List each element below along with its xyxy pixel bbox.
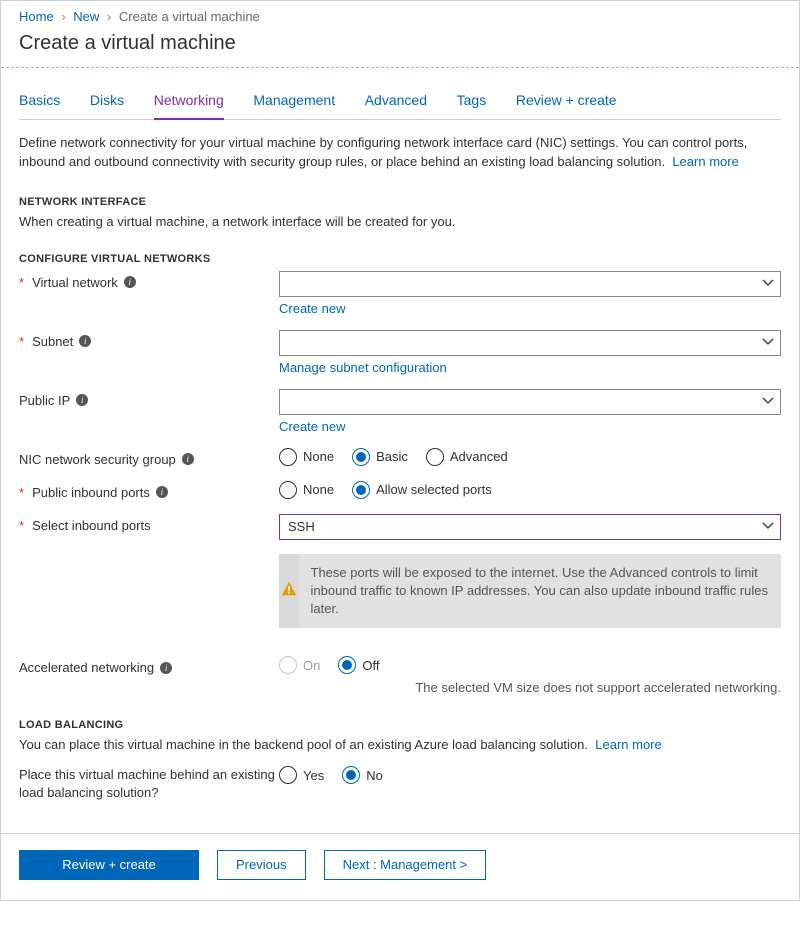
radio-lb-yes[interactable]: Yes — [279, 766, 324, 784]
info-icon[interactable]: i — [160, 662, 172, 674]
info-icon[interactable]: i — [182, 453, 194, 465]
inbound-ports-select[interactable]: SSH — [279, 514, 781, 540]
info-icon[interactable]: i — [79, 335, 91, 347]
section-network-interface: NETWORK INTERFACE — [19, 196, 781, 208]
ni-note: When creating a virtual machine, a netwo… — [19, 214, 781, 229]
tab-advanced[interactable]: Advanced — [365, 86, 427, 118]
virtual-network-select[interactable] — [279, 271, 781, 297]
radio-nic-none[interactable]: None — [279, 448, 334, 466]
required-icon: * — [19, 275, 24, 290]
radio-accel-off[interactable]: Off — [338, 656, 379, 674]
radio-nic-basic[interactable]: Basic — [352, 448, 408, 466]
tab-basics[interactable]: Basics — [19, 86, 60, 118]
breadcrumb-current: Create a virtual machine — [119, 9, 260, 24]
tab-review[interactable]: Review + create — [516, 86, 617, 118]
warning-text: These ports will be exposed to the inter… — [299, 554, 782, 629]
subnet-select[interactable] — [279, 330, 781, 356]
chevron-down-icon — [762, 336, 774, 351]
radio-nic-advanced[interactable]: Advanced — [426, 448, 508, 466]
label-subnet: Subnet — [32, 334, 73, 349]
info-icon[interactable]: i — [76, 394, 88, 406]
radio-lb-no[interactable]: No — [342, 766, 383, 784]
tab-disks[interactable]: Disks — [90, 86, 124, 118]
review-create-button[interactable]: Review + create — [19, 850, 199, 880]
radio-inbound-none[interactable]: None — [279, 481, 334, 499]
tab-bar: Basics Disks Networking Management Advan… — [19, 86, 781, 120]
section-load-balancing: LOAD BALANCING — [19, 719, 781, 731]
public-ip-select[interactable] — [279, 389, 781, 415]
info-icon[interactable]: i — [156, 486, 168, 498]
create-new-vnet-link[interactable]: Create new — [279, 301, 345, 316]
section-configure-vn: CONFIGURE VIRTUAL NETWORKS — [19, 253, 781, 265]
warning-box: These ports will be exposed to the inter… — [279, 554, 781, 629]
next-button[interactable]: Next : Management > — [324, 850, 487, 880]
label-public-inbound: Public inbound ports — [32, 485, 150, 500]
label-select-inbound: Select inbound ports — [32, 518, 151, 533]
label-placement: Place this virtual machine behind an exi… — [19, 766, 279, 802]
learn-more-lb-link[interactable]: Learn more — [595, 737, 661, 752]
chevron-right-icon: › — [103, 9, 115, 24]
page-title: Create a virtual machine — [1, 26, 799, 67]
breadcrumb: Home › New › Create a virtual machine — [1, 1, 799, 26]
required-icon: * — [19, 518, 24, 533]
create-new-ip-link[interactable]: Create new — [279, 419, 345, 434]
label-accel-net: Accelerated networking — [19, 660, 154, 675]
manage-subnet-link[interactable]: Manage subnet configuration — [279, 360, 447, 375]
label-virtual-network: Virtual network — [32, 275, 118, 290]
warning-icon — [280, 580, 298, 601]
lb-note: You can place this virtual machine in th… — [19, 737, 781, 752]
radio-inbound-allow[interactable]: Allow selected ports — [352, 481, 492, 499]
accel-net-hint: The selected VM size does not support ac… — [279, 680, 781, 695]
breadcrumb-new[interactable]: New — [73, 9, 99, 24]
radio-accel-on: On — [279, 656, 320, 674]
chevron-down-icon — [762, 520, 774, 535]
tab-networking[interactable]: Networking — [154, 86, 224, 120]
label-nic-sg: NIC network security group — [19, 452, 176, 467]
required-icon: * — [19, 334, 24, 349]
tab-management[interactable]: Management — [253, 86, 335, 118]
tab-tags[interactable]: Tags — [457, 86, 487, 118]
chevron-down-icon — [762, 277, 774, 292]
footer: Review + create Previous Next : Manageme… — [1, 834, 799, 900]
label-public-ip: Public IP — [19, 393, 70, 408]
info-icon[interactable]: i — [124, 276, 136, 288]
breadcrumb-home[interactable]: Home — [19, 9, 54, 24]
divider — [1, 67, 799, 68]
intro-text: Define network connectivity for your vir… — [19, 134, 781, 172]
chevron-right-icon: › — [57, 9, 69, 24]
previous-button[interactable]: Previous — [217, 850, 306, 880]
required-icon: * — [19, 485, 24, 500]
chevron-down-icon — [762, 395, 774, 410]
learn-more-link[interactable]: Learn more — [672, 154, 738, 169]
